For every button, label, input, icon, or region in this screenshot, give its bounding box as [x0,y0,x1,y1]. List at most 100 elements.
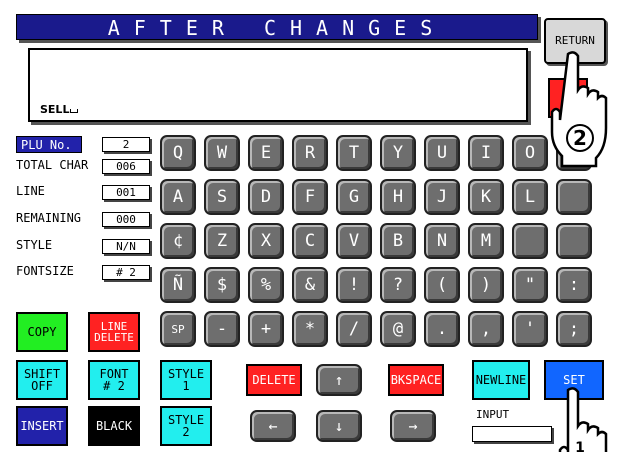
remaining-value: 000 [102,212,150,227]
arrow-up-button[interactable]: ↑ [316,364,362,396]
key-r5-0[interactable]: SP [160,311,196,347]
key-r3-2[interactable]: X [248,223,284,259]
arrow-left-button[interactable]: ← [250,410,296,442]
pointing-hand-icon: 1 [558,387,608,452]
key-r5-3[interactable]: * [292,311,328,347]
plu-value: 2 [102,137,150,152]
key-r1-8[interactable]: O [512,135,548,171]
step-2-label: 2 [573,126,587,150]
key-r1-1[interactable]: W [204,135,240,171]
key-r2-4[interactable]: G [336,179,372,215]
delete-label: DELETE [252,373,296,387]
key-r3-6[interactable]: N [424,223,460,259]
key-r1-3[interactable]: R [292,135,328,171]
display-text: SELL [40,103,79,116]
shift-label-2: OFF [31,379,53,393]
key-r4-4[interactable]: ! [336,267,372,303]
newline-button[interactable]: NEWLINE [472,360,530,400]
arrow-down-button[interactable]: ↓ [316,410,362,442]
display-text-value: SELL [40,103,70,116]
key-blank-r3-8[interactable] [512,223,548,259]
black-label: BLACK [95,419,133,433]
total-char-value: 006 [102,159,150,174]
key-r1-5[interactable]: Y [380,135,416,171]
line-label: LINE [16,184,45,198]
key-r3-7[interactable]: M [468,223,504,259]
key-r4-6[interactable]: ( [424,267,460,303]
key-r5-7[interactable]: , [468,311,504,347]
arrow-left-icon: ← [268,417,278,435]
style2-button[interactable]: STYLE 2 [160,406,212,446]
copy-button[interactable]: COPY [16,312,68,352]
key-r3-1[interactable]: Z [204,223,240,259]
page-title: AFTER CHANGES [16,14,538,40]
key-r3-0[interactable]: ¢ [160,223,196,259]
bkspace-label: BKSPACE [390,373,442,387]
key-r4-3[interactable]: & [292,267,328,303]
key-r2-3[interactable]: F [292,179,328,215]
input-field [472,426,552,442]
delete-button[interactable]: DELETE [246,364,302,396]
text-cursor [70,109,79,113]
fontsize-value: # 2 [102,265,150,280]
key-r5-8[interactable]: ' [512,311,548,347]
backspace-button[interactable]: BKSPACE [388,364,444,396]
style-label: STYLE [16,238,53,252]
key-r2-7[interactable]: K [468,179,504,215]
key-r4-7[interactable]: ) [468,267,504,303]
fontsize-label: FONTSIZE [16,264,74,278]
key-r2-8[interactable]: L [512,179,548,215]
key-r1-7[interactable]: I [468,135,504,171]
key-r1-4[interactable]: T [336,135,372,171]
total-char-label: TOTAL CHAR [16,158,89,172]
style-value: N/N [102,239,150,254]
font-button[interactable]: FONT # 2 [88,360,140,400]
color-black-button[interactable]: BLACK [88,406,140,446]
style1-label: STYLE 1 [167,367,205,393]
key-r5-5[interactable]: @ [380,311,416,347]
key-r3-3[interactable]: C [292,223,328,259]
set-label: SET [563,373,585,387]
key-r2-0[interactable]: A [160,179,196,215]
line-delete-button[interactable]: LINE DELETE [88,312,140,352]
key-r4-0[interactable]: Ñ [160,267,196,303]
key-r2-2[interactable]: D [248,179,284,215]
shift-button[interactable]: SHIFT OFF [16,360,68,400]
key-blank-r2-9[interactable] [556,179,592,215]
arrow-right-icon: → [408,417,418,435]
key-r4-8[interactable]: " [512,267,548,303]
key-r3-4[interactable]: V [336,223,372,259]
insert-label: INSERT [20,419,64,433]
copy-label: COPY [27,325,57,339]
newline-label: NEWLINE [475,373,527,387]
key-r5-2[interactable]: + [248,311,284,347]
key-r2-6[interactable]: J [424,179,460,215]
remaining-label: REMAINING [16,211,82,225]
key-r5-6[interactable]: . [424,311,460,347]
key-r3-5[interactable]: B [380,223,416,259]
key-r5-1[interactable]: - [204,311,240,347]
key-r4-2[interactable]: % [248,267,284,303]
font-label-2: # 2 [103,379,125,393]
key-r1-2[interactable]: E [248,135,284,171]
key-r1-6[interactable]: U [424,135,460,171]
key-r1-0[interactable]: Q [160,135,196,171]
line-value: 001 [102,185,150,200]
line-delete-label-2: DELETE [94,331,134,344]
input-label: INPUT [476,408,510,421]
key-r4-1[interactable]: $ [204,267,240,303]
key-r2-5[interactable]: H [380,179,416,215]
step-1-label: 1 [575,440,585,452]
key-r2-1[interactable]: S [204,179,240,215]
insert-button[interactable]: INSERT [16,406,68,446]
arrow-down-icon: ↓ [334,417,344,435]
style1-button[interactable]: STYLE 1 [160,360,212,400]
plu-label: PLU No. [16,136,82,153]
arrow-right-button[interactable]: → [390,410,436,442]
key-r4-9[interactable]: : [556,267,592,303]
key-blank-r3-9[interactable] [556,223,592,259]
arrow-up-icon: ↑ [334,371,344,389]
key-r5-4[interactable]: / [336,311,372,347]
key-r5-9[interactable]: ; [556,311,592,347]
key-r4-5[interactable]: ? [380,267,416,303]
